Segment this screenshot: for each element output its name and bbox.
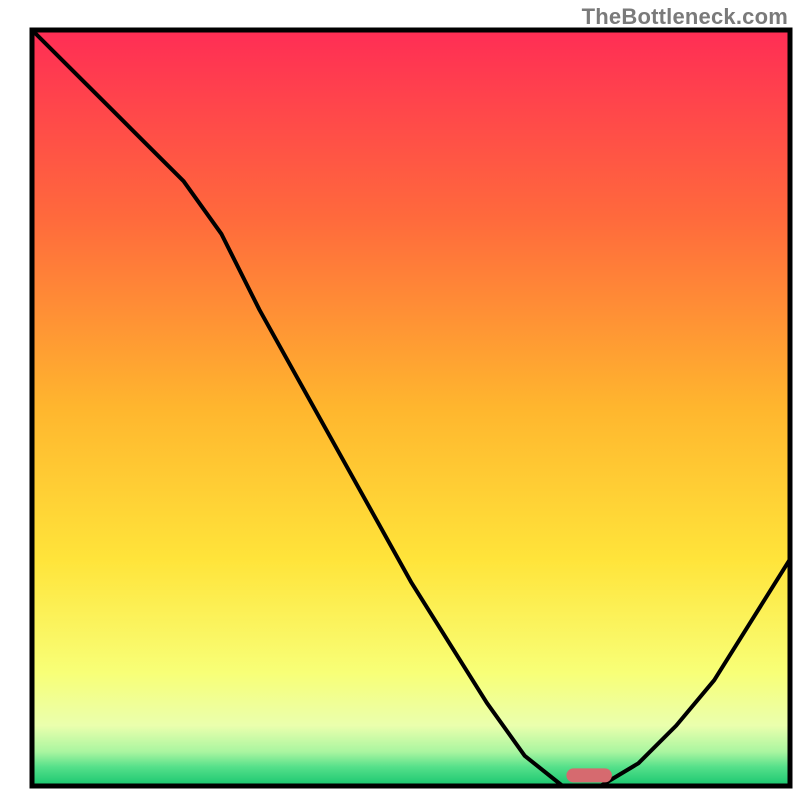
bottleneck-chart (0, 0, 800, 800)
optimal-marker (566, 768, 612, 782)
